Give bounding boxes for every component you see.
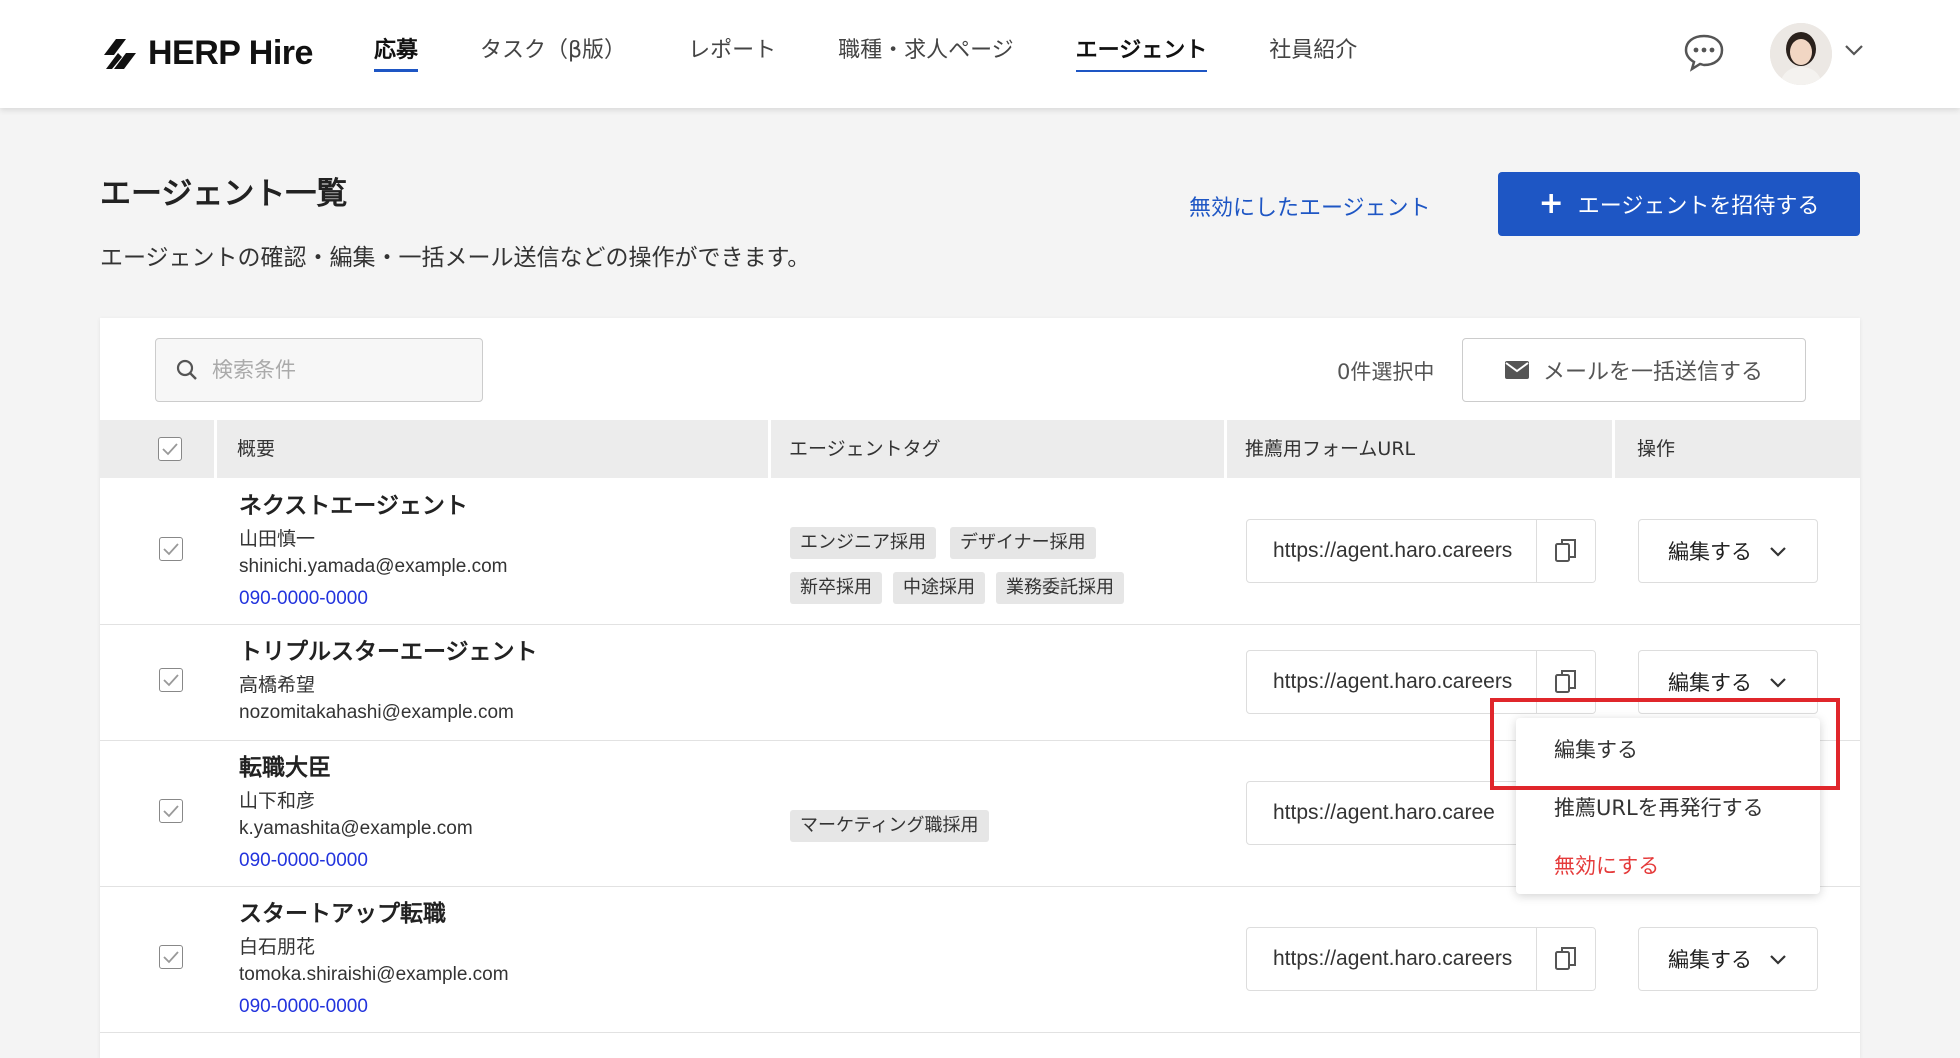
column-header-tags: エージェントタグ xyxy=(789,438,941,460)
menu-item-reissue-url[interactable]: 推薦URLを再発行する xyxy=(1554,792,1764,822)
disabled-agents-link[interactable]: 無効にしたエージェント xyxy=(1189,190,1431,222)
mail-icon xyxy=(1504,361,1529,379)
edit-label: 編集する xyxy=(1668,671,1752,695)
edit-dropdown-button[interactable]: 編集する xyxy=(1638,927,1818,991)
agent-contact-name: 白石朋花 xyxy=(239,936,316,958)
edit-label: 編集する xyxy=(1668,540,1752,564)
agent-tag: 新卒採用 xyxy=(790,572,882,604)
agent-email: nozomitakahashi@example.com xyxy=(239,702,514,723)
agent-tag: マーケティング職採用 xyxy=(790,810,989,842)
nav-item-reports[interactable]: レポート xyxy=(688,32,776,72)
chevron-down-icon xyxy=(1770,678,1786,688)
column-divider xyxy=(214,420,217,478)
edit-label: 編集する xyxy=(1668,948,1752,972)
nav-item-applications[interactable]: 応募 xyxy=(374,32,419,72)
row-checkbox[interactable] xyxy=(159,799,183,823)
agents-card: 0件選択中 メールを一括送信する 概要 エージェントタグ 推薦用フォームURL … xyxy=(100,318,1860,1058)
edit-dropdown-button[interactable]: 編集する xyxy=(1638,650,1818,714)
selected-count: 0件選択中 xyxy=(1337,360,1435,384)
agent-contact-name: 山田慎一 xyxy=(239,528,316,550)
agent-phone[interactable]: 090-0000-0000 xyxy=(239,996,368,1018)
agent-email: k.yamashita@example.com xyxy=(239,818,473,839)
select-all-checkbox[interactable] xyxy=(158,437,182,461)
row-checkbox[interactable] xyxy=(159,668,183,692)
agent-email: tomoka.shiraishi@example.com xyxy=(239,964,509,985)
nav-item-tasks[interactable]: タスク（β版） xyxy=(480,32,626,72)
agent-name: トリプルスターエージェント xyxy=(239,639,538,665)
avatar[interactable] xyxy=(1770,23,1832,85)
agent-tag: 業務委託採用 xyxy=(996,572,1124,604)
menu-item-edit[interactable]: 編集する xyxy=(1554,734,1638,764)
invite-agent-button[interactable]: + エージェントを招待する xyxy=(1498,172,1860,236)
edit-dropdown-button[interactable]: 編集する xyxy=(1638,519,1818,583)
column-header-url: 推薦用フォームURL xyxy=(1245,438,1416,460)
herp-logo-icon xyxy=(100,35,140,73)
plus-icon: + xyxy=(1538,186,1564,221)
logo-text: HERP Hire xyxy=(148,34,313,72)
search-icon xyxy=(176,359,197,380)
column-divider xyxy=(1612,420,1615,478)
main-nav: 応募 タスク（β版） レポート 職種・求人ページ エージェント 社員紹介 xyxy=(374,32,1419,72)
page-description: エージェントの確認・編集・一括メール送信などの操作ができます。 xyxy=(100,245,811,271)
agent-contact-name: 高橋希望 xyxy=(239,674,316,696)
table-row: スタートアップ転職 白石朋花 tomoka.shiraishi@example.… xyxy=(100,886,1860,1033)
logo[interactable]: HERP Hire xyxy=(100,34,313,73)
table-row: ネクストエージェント 山田慎一 shinichi.yamada@example.… xyxy=(100,478,1860,625)
nav-item-jobs[interactable]: 職種・求人ページ xyxy=(838,32,1014,72)
page-title: エージェント一覧 xyxy=(100,176,348,212)
chat-icon[interactable] xyxy=(1682,32,1726,72)
bulk-mail-button[interactable]: メールを一括送信する xyxy=(1462,338,1806,402)
bulk-mail-label: メールを一括送信する xyxy=(1542,360,1763,385)
top-navigation-bar: HERP Hire 応募 タスク（β版） レポート 職種・求人ページ エージェン… xyxy=(0,0,1960,108)
referral-url-text: https://agent.haro.caree xyxy=(1273,801,1495,824)
copy-icon[interactable] xyxy=(1536,651,1595,713)
row-checkbox[interactable] xyxy=(159,537,183,561)
column-divider xyxy=(1224,420,1227,478)
agent-tag: 中途採用 xyxy=(893,572,985,604)
invite-agent-label: エージェントを招待する xyxy=(1577,194,1820,219)
agent-name: ネクストエージェント xyxy=(239,493,468,519)
copy-icon[interactable] xyxy=(1536,520,1595,582)
agent-phone[interactable]: 090-0000-0000 xyxy=(239,588,368,610)
column-divider xyxy=(768,420,771,478)
actions-dropdown-menu: 編集する 推薦URLを再発行する 無効にする xyxy=(1516,718,1820,894)
referral-url-text: https://agent.haro.careers xyxy=(1273,947,1513,970)
nav-item-referrals[interactable]: 社員紹介 xyxy=(1269,32,1357,72)
nav-item-agents[interactable]: エージェント xyxy=(1075,32,1207,72)
referral-url-field: https://agent.haro.careers xyxy=(1246,650,1596,714)
agent-name: スタートアップ転職 xyxy=(239,901,446,927)
agent-name: 転職大臣 xyxy=(239,755,331,781)
agent-tag: エンジニア採用 xyxy=(790,527,936,559)
search-field[interactable] xyxy=(155,338,483,402)
referral-url-text: https://agent.haro.careers xyxy=(1273,670,1513,693)
agent-phone[interactable]: 090-0000-0000 xyxy=(239,850,368,872)
chevron-down-icon xyxy=(1770,955,1786,965)
referral-url-text: https://agent.haro.careers xyxy=(1273,539,1513,562)
search-input[interactable] xyxy=(210,357,444,383)
agent-email: shinichi.yamada@example.com xyxy=(239,556,508,577)
agent-contact-name: 山下和彦 xyxy=(239,790,316,812)
menu-item-disable[interactable]: 無効にする xyxy=(1554,850,1659,880)
copy-icon[interactable] xyxy=(1536,928,1595,990)
referral-url-field: https://agent.haro.careers xyxy=(1246,519,1596,583)
column-header-summary: 概要 xyxy=(237,438,276,460)
table-header: 概要 エージェントタグ 推薦用フォームURL 操作 xyxy=(100,420,1860,478)
chevron-down-icon[interactable] xyxy=(1842,38,1866,62)
agent-tag: デザイナー採用 xyxy=(950,527,1096,559)
row-checkbox[interactable] xyxy=(159,945,183,969)
column-header-actions: 操作 xyxy=(1637,438,1676,460)
chevron-down-icon xyxy=(1770,547,1786,557)
referral-url-field: https://agent.haro.careers xyxy=(1246,927,1596,991)
